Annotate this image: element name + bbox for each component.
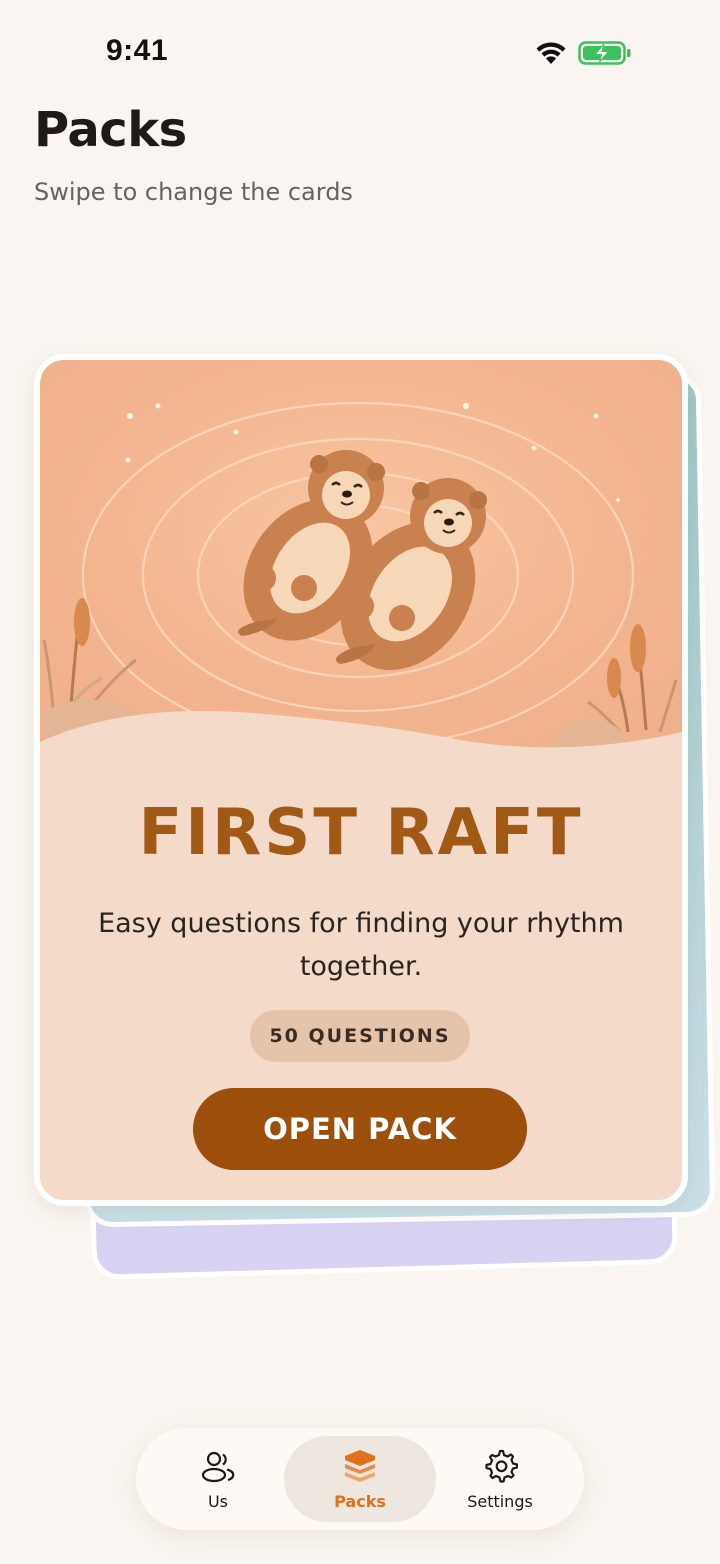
stack-icon: [345, 1450, 375, 1482]
pack-description: Easy questions for finding your rhythm t…: [98, 908, 624, 982]
status-time: 9:41: [106, 34, 169, 67]
open-pack-button[interactable]: OPEN PACK: [193, 1088, 527, 1170]
tab-settings-label: Settings: [467, 1492, 533, 1511]
tab-us-label: Us: [207, 1492, 229, 1511]
pack-card[interactable]: FIRST RAFT Easy questions for finding yo…: [34, 354, 688, 1206]
page-title: Packs: [34, 102, 187, 158]
page-subtitle: Swipe to change the cards: [34, 178, 353, 206]
packs-screen: 9:41 Packs Swipe to change the cards FIR…: [0, 0, 720, 1564]
gear-icon: [485, 1449, 518, 1483]
tab-us[interactable]: Us: [142, 1436, 294, 1522]
users-icon: [201, 1451, 235, 1483]
two-otters-floating-illustration: [40, 360, 682, 760]
tab-packs[interactable]: Packs: [284, 1436, 436, 1522]
tab-settings[interactable]: Settings: [424, 1436, 576, 1522]
battery-charging-icon: [578, 41, 631, 65]
pack-title: FIRST RAFT: [138, 796, 584, 870]
question-count-badge: 50 QUESTIONS: [250, 1010, 470, 1062]
bottom-tab-bar: Us Packs Settings: [136, 1428, 584, 1530]
wifi-icon: [536, 42, 566, 64]
tab-packs-label: Packs: [334, 1492, 386, 1511]
